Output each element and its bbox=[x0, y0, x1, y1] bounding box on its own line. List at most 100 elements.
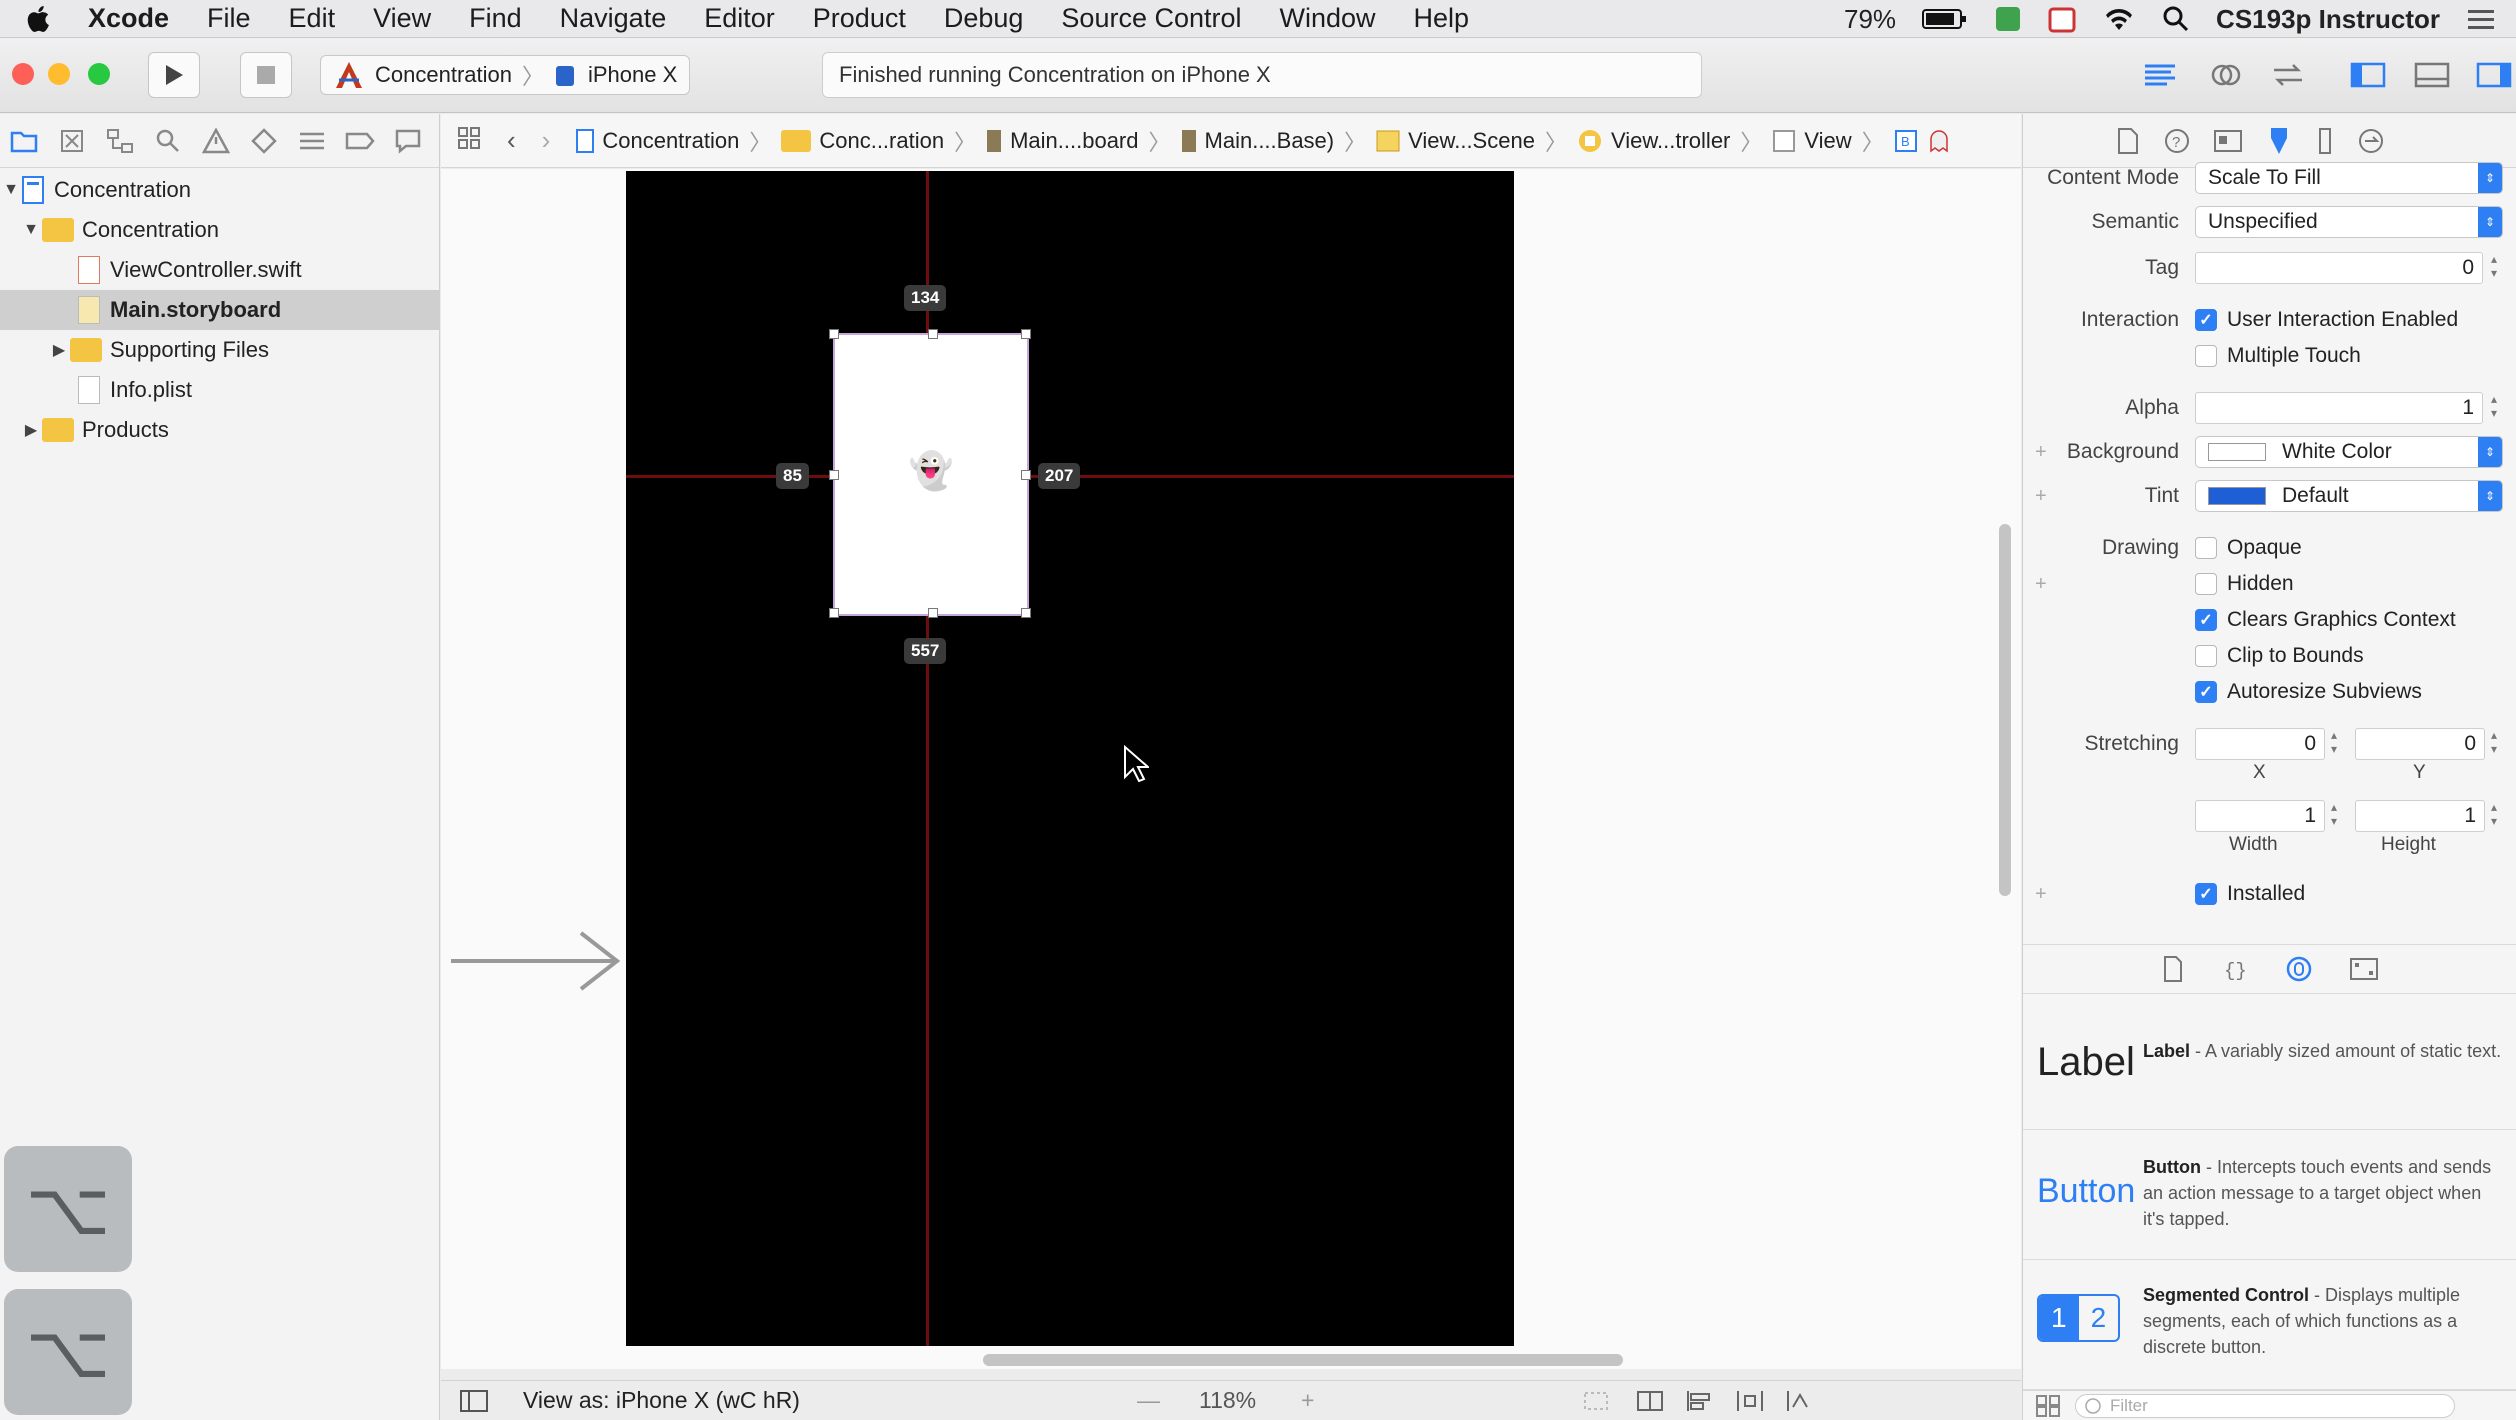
menu-window[interactable]: Window bbox=[1280, 3, 1376, 34]
clears-context-checkbox[interactable]: ✓ bbox=[2195, 609, 2217, 631]
connections-inspector-icon[interactable] bbox=[2357, 127, 2385, 155]
iphone-x-scene-view[interactable]: 👻 134 85 207 557 bbox=[626, 171, 1514, 1346]
user-interaction-checkbox[interactable]: ✓ bbox=[2195, 309, 2217, 331]
clip-to-bounds-checkbox[interactable] bbox=[2195, 645, 2217, 667]
assistant-editor-button[interactable] bbox=[2206, 58, 2246, 92]
debug-navigator-tab[interactable] bbox=[294, 123, 330, 159]
wifi-icon[interactable] bbox=[2102, 6, 2136, 32]
storyboard-canvas[interactable]: 👻 134 85 207 557 bbox=[441, 169, 2021, 1369]
resize-handle[interactable] bbox=[1021, 608, 1031, 618]
size-inspector-icon[interactable] bbox=[2315, 127, 2335, 155]
menu-view[interactable]: View bbox=[373, 3, 431, 34]
hidden-checkbox[interactable] bbox=[2195, 573, 2217, 595]
stretching-y-field[interactable]: 0 bbox=[2355, 728, 2485, 760]
library-item-button[interactable]: Button Button - Intercepts touch events … bbox=[2023, 1130, 2516, 1260]
disclosure-open-icon[interactable]: ▼ bbox=[20, 221, 42, 239]
resize-handle[interactable] bbox=[829, 470, 839, 480]
tree-row-group-concentration[interactable]: ▼ Concentration bbox=[0, 210, 440, 250]
menu-product[interactable]: Product bbox=[813, 3, 906, 34]
add-variation-icon[interactable]: + bbox=[2035, 485, 2047, 508]
project-navigator-tab[interactable] bbox=[6, 123, 42, 159]
library-item-label[interactable]: Label Label - A variably sized amount of… bbox=[2023, 1000, 2516, 1130]
embed-in-stack-icon[interactable] bbox=[1635, 1389, 1665, 1413]
toggle-inspector-button[interactable] bbox=[2474, 58, 2514, 92]
update-frames-icon[interactable] bbox=[1581, 1389, 1611, 1413]
disclosure-open-icon[interactable]: ▼ bbox=[0, 181, 22, 199]
semantic-popup[interactable]: Unspecified ⇕ bbox=[2195, 206, 2503, 238]
resize-handle[interactable] bbox=[1021, 329, 1031, 339]
stop-button[interactable] bbox=[240, 52, 292, 98]
report-navigator-tab[interactable] bbox=[390, 123, 426, 159]
attributes-inspector-icon[interactable] bbox=[2265, 126, 2293, 156]
tree-row-info-plist[interactable]: Info.plist bbox=[0, 370, 440, 410]
tree-row-supporting-files[interactable]: ▶ Supporting Files bbox=[0, 330, 440, 370]
user-name[interactable]: CS193p Instructor bbox=[2216, 4, 2440, 35]
issue-navigator-tab[interactable] bbox=[198, 123, 234, 159]
library-filter-input[interactable]: Filter bbox=[2075, 1393, 2455, 1418]
apple-icon[interactable] bbox=[22, 2, 56, 36]
background-color-popup[interactable]: White Color ⇕ bbox=[2195, 436, 2503, 468]
spotlight-search-icon[interactable] bbox=[2162, 5, 2190, 33]
canvas-horizontal-scrollbar[interactable] bbox=[983, 1354, 1623, 1366]
crumb-view-controller[interactable]: View...troller bbox=[1577, 128, 1730, 154]
scheme-selector[interactable]: Concentration 〉 iPhone X bbox=[320, 55, 691, 95]
battery-icon[interactable] bbox=[1922, 8, 1968, 30]
canvas-vertical-scrollbar[interactable] bbox=[1999, 524, 2011, 896]
disclosure-closed-icon[interactable]: ▶ bbox=[48, 340, 70, 360]
stretching-width-field[interactable]: 1 bbox=[2195, 800, 2325, 832]
content-mode-popup[interactable]: Scale To Fill ⇕ bbox=[2195, 162, 2503, 194]
autoresize-checkbox[interactable]: ✓ bbox=[2195, 681, 2217, 703]
alpha-stepper[interactable]: ▴ ▾ bbox=[2487, 392, 2501, 424]
tag-field[interactable]: 0 bbox=[2195, 252, 2483, 284]
notification-center-icon[interactable] bbox=[2466, 7, 2496, 31]
crumb-group[interactable]: Conc...ration bbox=[781, 128, 944, 154]
run-button[interactable] bbox=[148, 52, 200, 98]
back-arrow-icon[interactable]: ‹ bbox=[507, 125, 516, 156]
crumb-button-element[interactable]: B bbox=[1894, 129, 1918, 153]
alpha-field[interactable]: 1 bbox=[2195, 392, 2483, 424]
add-variation-icon[interactable]: + bbox=[2035, 883, 2047, 906]
zoom-window-button[interactable] bbox=[88, 63, 110, 85]
tint-color-popup[interactable]: Default ⇕ bbox=[2195, 480, 2503, 512]
menu-file[interactable]: File bbox=[207, 3, 251, 34]
stretching-height-stepper[interactable]: ▴ ▾ bbox=[2487, 800, 2501, 832]
crumb-storyboard[interactable]: Main....board bbox=[986, 128, 1139, 154]
forward-arrow-icon[interactable]: › bbox=[542, 125, 551, 156]
symbol-navigator-tab[interactable] bbox=[102, 123, 138, 159]
card-button[interactable]: 👻 bbox=[829, 329, 1031, 618]
stretching-height-field[interactable]: 1 bbox=[2355, 800, 2485, 832]
file-inspector-icon[interactable] bbox=[2115, 127, 2141, 155]
resize-handle[interactable] bbox=[928, 608, 938, 618]
toggle-navigator-button[interactable] bbox=[2348, 58, 2388, 92]
add-variation-icon[interactable]: + bbox=[2035, 441, 2047, 464]
resize-handle[interactable] bbox=[829, 608, 839, 618]
find-navigator-tab[interactable] bbox=[150, 123, 186, 159]
test-navigator-tab[interactable] bbox=[246, 123, 282, 159]
menu-app-name[interactable]: Xcode bbox=[88, 3, 169, 34]
minimize-window-button[interactable] bbox=[48, 63, 70, 85]
app-status-icon[interactable] bbox=[1994, 5, 2022, 33]
quick-help-icon[interactable]: ? bbox=[2163, 127, 2191, 155]
crumb-ghost[interactable] bbox=[1928, 129, 1950, 153]
calendar-status-icon[interactable] bbox=[2048, 5, 2076, 33]
resize-handle[interactable] bbox=[928, 329, 938, 339]
related-items-icon[interactable] bbox=[457, 126, 481, 156]
object-library-icon[interactable] bbox=[2285, 955, 2313, 983]
scheme-name[interactable]: Concentration bbox=[375, 62, 512, 88]
resize-handle[interactable] bbox=[829, 329, 839, 339]
add-constraints-icon[interactable] bbox=[1735, 1389, 1765, 1413]
toggle-debug-area-button[interactable] bbox=[2412, 58, 2452, 92]
tree-row-project[interactable]: ▼ Concentration bbox=[0, 170, 440, 210]
tree-row-products[interactable]: ▶ Products bbox=[0, 410, 440, 450]
menu-source-control[interactable]: Source Control bbox=[1061, 3, 1241, 34]
opaque-checkbox[interactable] bbox=[2195, 537, 2217, 559]
media-library-icon[interactable] bbox=[2349, 956, 2379, 982]
stretching-x-stepper[interactable]: ▴ ▾ bbox=[2327, 728, 2341, 760]
version-editor-button[interactable] bbox=[2268, 58, 2308, 92]
stretching-width-stepper[interactable]: ▴ ▾ bbox=[2327, 800, 2341, 832]
installed-checkbox[interactable]: ✓ bbox=[2195, 883, 2217, 905]
stretching-y-stepper[interactable]: ▴ ▾ bbox=[2487, 728, 2501, 760]
destination-device[interactable]: iPhone X bbox=[588, 62, 677, 88]
zoom-in-button[interactable]: + bbox=[1301, 1387, 1314, 1414]
crumb-view[interactable]: View bbox=[1772, 128, 1852, 154]
